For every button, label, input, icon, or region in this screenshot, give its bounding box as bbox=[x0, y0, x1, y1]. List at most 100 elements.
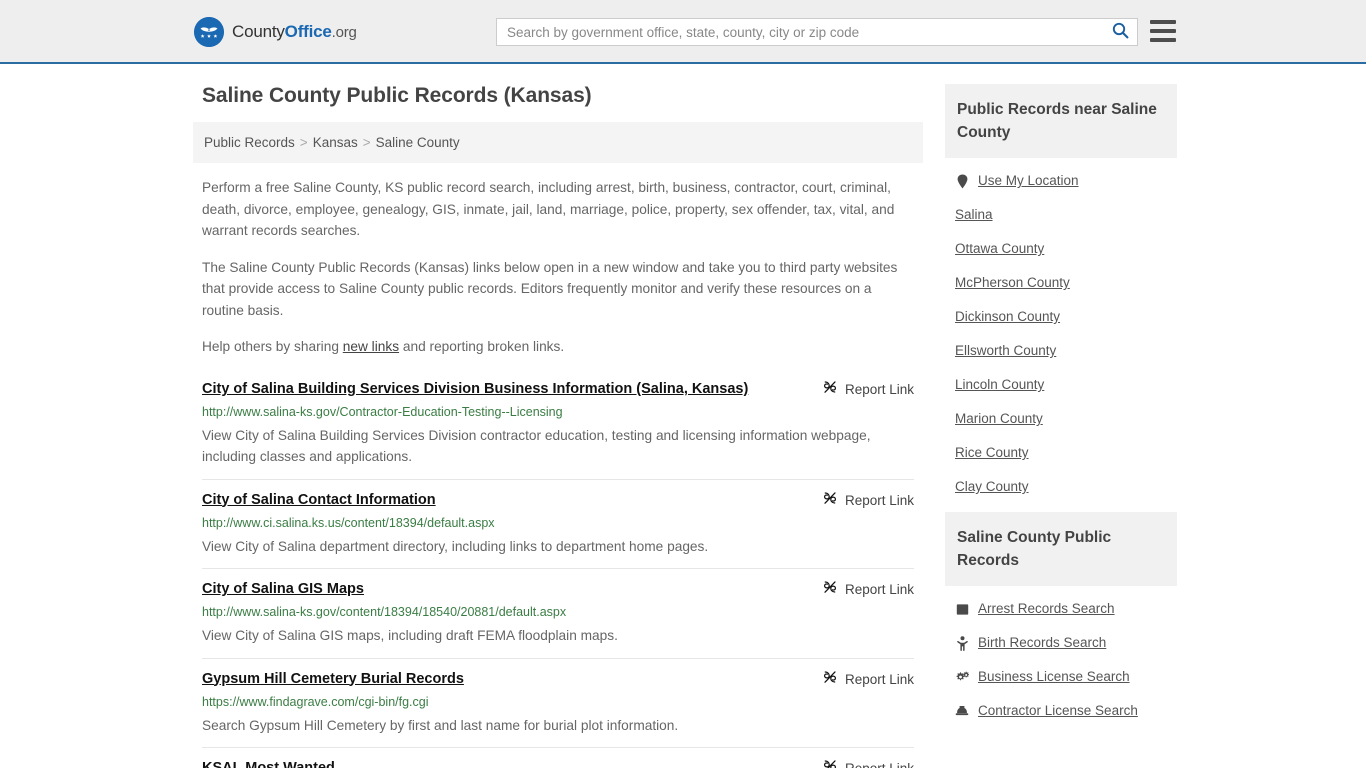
sidebar-item-mcpherson-county[interactable]: McPherson County bbox=[945, 266, 1177, 300]
search-bar[interactable] bbox=[496, 18, 1138, 46]
logo-text-office: Office bbox=[284, 22, 332, 41]
search-input[interactable] bbox=[497, 19, 1103, 45]
sidebar-item-arrest-records-search[interactable]: Arrest Records Search bbox=[945, 592, 1177, 626]
baby-icon bbox=[955, 635, 969, 651]
result-description: View City of Salina department directory… bbox=[202, 538, 709, 554]
page-title: Saline County Public Records (Kansas) bbox=[202, 84, 592, 107]
sidebar-item-use-my-location[interactable]: Use My Location bbox=[945, 164, 1177, 198]
report-link-button[interactable]: Report Link bbox=[822, 758, 914, 768]
sidebar-item-label: Rice County bbox=[955, 445, 1029, 460]
sidebar-item-label: Use My Location bbox=[978, 173, 1079, 188]
broken-link-icon bbox=[822, 490, 838, 511]
result-item: Gypsum Hill Cemetery Burial Records Repo… bbox=[202, 659, 914, 748]
sidebar-item-label: Ottawa County bbox=[955, 241, 1045, 256]
sidebar-item-ellsworth-county[interactable]: Ellsworth County bbox=[945, 334, 1177, 368]
content-container: Saline County Public Records (Kansas) Pu… bbox=[193, 64, 1177, 768]
report-link-button[interactable]: Report Link bbox=[822, 669, 914, 690]
eagle-stars-logo-icon bbox=[194, 17, 224, 47]
sidebar-item-contractor-license-search[interactable]: Contractor License Search bbox=[945, 694, 1177, 728]
search-icon bbox=[1112, 22, 1129, 42]
hamburger-bar bbox=[1150, 38, 1176, 42]
sidebar-section-records: Saline County Public Records Arrest Reco… bbox=[945, 512, 1177, 730]
sidebar-item-marion-county[interactable]: Marion County bbox=[945, 402, 1177, 436]
map-pin-icon bbox=[955, 174, 969, 189]
result-title-link[interactable]: City of Salina Contact Information bbox=[202, 490, 436, 510]
result-item: City of Salina GIS Maps Report Link http… bbox=[202, 569, 914, 659]
result-title-link[interactable]: City of Salina Building Services Divisio… bbox=[202, 379, 748, 399]
sidebar-item-dickinson-county[interactable]: Dickinson County bbox=[945, 300, 1177, 334]
sidebar-item-label: Birth Records Search bbox=[978, 635, 1107, 650]
fingerprint-card-icon bbox=[955, 603, 969, 616]
sidebar-records-list: Arrest Records Search Birth Records Sear… bbox=[945, 586, 1177, 730]
site-logo[interactable]: CountyOffice.org bbox=[194, 17, 357, 47]
result-title-link[interactable]: City of Salina GIS Maps bbox=[202, 579, 364, 599]
sidebar-item-label: Arrest Records Search bbox=[978, 601, 1115, 616]
sidebar-item-label: McPherson County bbox=[955, 275, 1070, 290]
sidebar-item-salina[interactable]: Salina bbox=[945, 198, 1177, 232]
main-column: Saline County Public Records (Kansas) Pu… bbox=[193, 84, 923, 768]
result-header: City of Salina GIS Maps Report Link bbox=[202, 579, 914, 600]
hamburger-menu-icon[interactable] bbox=[1150, 20, 1176, 42]
sidebar-item-ottawa-county[interactable]: Ottawa County bbox=[945, 232, 1177, 266]
sidebar-item-label: Contractor License Search bbox=[978, 703, 1138, 718]
result-item: KSAL Most Wanted Report Link bbox=[202, 748, 914, 768]
share-links-paragraph: Help others by sharing new links and rep… bbox=[202, 336, 914, 358]
result-title-link[interactable]: KSAL Most Wanted bbox=[202, 758, 335, 768]
sidebar-item-business-license-search[interactable]: Business License Search bbox=[945, 660, 1177, 694]
result-header: City of Salina Contact Information Repor… bbox=[202, 490, 914, 511]
breadcrumb: Public Records > Kansas > Saline County bbox=[193, 122, 923, 163]
sidebar-item-label: Clay County bbox=[955, 479, 1029, 494]
new-links-link[interactable]: new links bbox=[343, 339, 399, 354]
result-url: http://www.salina-ks.gov/Contractor-Educ… bbox=[202, 404, 563, 419]
sidebar-item-label: Salina bbox=[955, 207, 993, 222]
sidebar-item-lincoln-county[interactable]: Lincoln County bbox=[945, 368, 1177, 402]
sidebar-item-label: Lincoln County bbox=[955, 377, 1045, 392]
result-url: https://www.findagrave.com/cgi-bin/fg.cg… bbox=[202, 694, 429, 709]
site-logo-text: CountyOffice.org bbox=[232, 22, 357, 42]
breadcrumb-separator: > bbox=[362, 135, 371, 150]
hamburger-bar bbox=[1150, 29, 1176, 33]
gears-icon bbox=[955, 670, 969, 684]
header-inner: CountyOffice.org bbox=[0, 0, 1366, 62]
broken-link-icon bbox=[822, 669, 838, 690]
share-suffix: and reporting broken links. bbox=[399, 339, 565, 354]
result-header: Gypsum Hill Cemetery Burial Records Repo… bbox=[202, 669, 914, 690]
sidebar-item-label: Marion County bbox=[955, 411, 1043, 426]
sidebar-nearby-heading: Public Records near Saline County bbox=[945, 84, 1177, 158]
broken-link-icon bbox=[822, 579, 838, 600]
share-prefix: Help others by sharing bbox=[202, 339, 343, 354]
result-item: City of Salina Building Services Divisio… bbox=[202, 373, 914, 480]
sidebar-item-clay-county[interactable]: Clay County bbox=[945, 470, 1177, 504]
sidebar: Public Records near Saline County Use My… bbox=[945, 84, 1177, 768]
report-link-label: Report Link bbox=[844, 582, 914, 597]
report-link-label: Report Link bbox=[844, 381, 914, 397]
breadcrumb-item-kansas[interactable]: Kansas bbox=[313, 135, 358, 150]
result-header: KSAL Most Wanted Report Link bbox=[202, 758, 914, 768]
report-link-button[interactable]: Report Link bbox=[822, 579, 914, 600]
sidebar-section-nearby: Public Records near Saline County Use My… bbox=[945, 84, 1177, 506]
sidebar-item-label: Business License Search bbox=[978, 669, 1130, 684]
search-button[interactable] bbox=[1103, 19, 1137, 45]
logo-text-county: County bbox=[232, 22, 285, 41]
report-link-label: Report Link bbox=[844, 492, 914, 508]
sidebar-item-birth-records-search[interactable]: Birth Records Search bbox=[945, 626, 1177, 660]
result-title-link[interactable]: Gypsum Hill Cemetery Burial Records bbox=[202, 669, 464, 689]
broken-link-icon bbox=[822, 379, 838, 400]
result-url: http://www.ci.salina.ks.us/content/18394… bbox=[202, 515, 495, 530]
broken-link-icon bbox=[822, 758, 838, 768]
sidebar-item-rice-county[interactable]: Rice County bbox=[945, 436, 1177, 470]
hamburger-bar bbox=[1150, 20, 1176, 24]
breadcrumb-item-public-records[interactable]: Public Records bbox=[204, 135, 295, 150]
page-body: Saline County Public Records (Kansas) Pu… bbox=[0, 64, 1366, 768]
result-description: View City of Salina Building Services Di… bbox=[202, 427, 871, 465]
result-description: View City of Salina GIS maps, including … bbox=[202, 628, 618, 643]
report-link-button[interactable]: Report Link bbox=[822, 379, 914, 400]
logo-text-org: .org bbox=[331, 24, 357, 41]
intro-text: Perform a free Saline County, KS public … bbox=[202, 177, 914, 358]
breadcrumb-item-saline-county[interactable]: Saline County bbox=[376, 135, 460, 150]
report-link-button[interactable]: Report Link bbox=[822, 490, 914, 511]
sidebar-item-label: Dickinson County bbox=[955, 309, 1061, 324]
result-description: Search Gypsum Hill Cemetery by first and… bbox=[202, 717, 679, 733]
hard-hat-icon bbox=[955, 705, 969, 717]
result-item: City of Salina Contact Information Repor… bbox=[202, 480, 914, 569]
